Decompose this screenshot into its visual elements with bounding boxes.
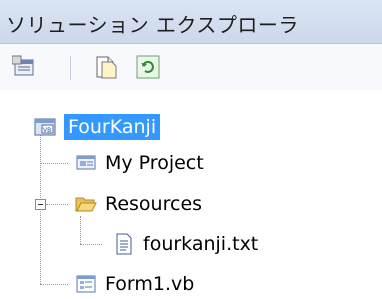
tree-item-label: My Project (105, 152, 204, 174)
tree-line (40, 163, 68, 164)
tree-item-fourkanji-txt[interactable]: fourkanji.txt (113, 229, 258, 259)
tree-item-label: Resources (105, 193, 203, 215)
tree-item-form1-vb[interactable]: Form1.vb (75, 269, 194, 299)
tree-item-my-project[interactable]: My Project (75, 148, 204, 178)
refresh-button[interactable] (135, 54, 161, 80)
refresh-icon (136, 55, 160, 79)
my-project-icon (76, 155, 96, 170)
tree-item-project[interactable]: VB FourKanji (34, 112, 161, 142)
solution-explorer-titlebar: ソリューション エクスプローラ (0, 0, 382, 44)
vb-project-icon: VB (34, 118, 56, 136)
tree-line (80, 216, 81, 244)
tree-item-label: fourkanji.txt (143, 233, 259, 255)
text-file-icon (116, 233, 132, 255)
tree-item-label: Form1.vb (105, 273, 195, 295)
properties-icon (11, 55, 34, 76)
form-icon (76, 275, 96, 293)
collapse-toggle[interactable] (35, 199, 46, 210)
properties-button[interactable] (11, 54, 38, 80)
show-all-files-icon (96, 56, 117, 79)
toolbar-separator (70, 56, 71, 80)
tree-line (80, 244, 102, 245)
tree-line (46, 204, 68, 205)
tree-line (40, 284, 68, 285)
svg-text:VB: VB (43, 127, 51, 134)
solution-tree: VB FourKanji My Project Resources fourka… (0, 92, 382, 297)
tree-item-resources[interactable]: Resources (75, 189, 202, 219)
folder-open-icon (75, 197, 97, 212)
panel-title: ソリューション エクスプローラ (6, 13, 299, 37)
solution-explorer-toolbar (0, 44, 382, 90)
show-all-files-button[interactable] (93, 54, 119, 80)
tree-item-label: FourKanji (64, 114, 161, 140)
